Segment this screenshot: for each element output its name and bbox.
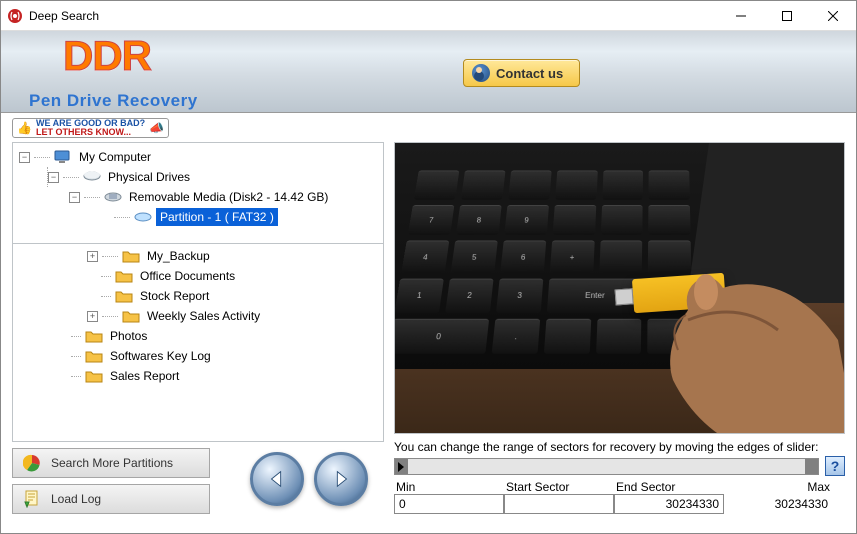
minimize-button[interactable] [718, 1, 764, 31]
folder-label[interactable]: Stock Report [137, 288, 212, 304]
expander-icon[interactable]: − [19, 152, 30, 163]
start-sector-label: Start Sector [504, 480, 614, 494]
folder-label[interactable]: Sales Report [107, 368, 182, 384]
folder-icon [115, 288, 133, 304]
tree-drives[interactable]: Physical Drives [105, 169, 193, 185]
expander-icon[interactable]: + [87, 251, 98, 262]
megaphone-icon: 📣 [149, 124, 164, 133]
slider-hint: You can change the range of sectors for … [394, 440, 845, 454]
feedback-button[interactable]: 👍 WE ARE GOOD OR BAD? LET OTHERS KNOW...… [12, 118, 169, 138]
min-label: Min [394, 480, 504, 494]
folder-icon [122, 248, 140, 264]
thumb-up-icon: 👍 [17, 124, 32, 133]
preview-image: 789 456+ 123Enter 0. [394, 142, 845, 434]
window-title: Deep Search [29, 9, 718, 23]
max-label: Max [724, 480, 832, 494]
slider-handle-left-icon[interactable] [398, 462, 404, 472]
back-button[interactable] [250, 452, 304, 506]
help-button[interactable]: ? [825, 456, 845, 476]
search-more-label: Search More Partitions [51, 456, 173, 470]
folder-label[interactable]: Softwares Key Log [107, 348, 214, 364]
folder-label[interactable]: My_Backup [144, 248, 213, 264]
min-value[interactable] [394, 494, 504, 514]
max-value [724, 494, 832, 514]
document-icon [23, 490, 41, 508]
load-log-label: Load Log [51, 492, 101, 506]
computer-icon [54, 149, 72, 165]
folder-label[interactable]: Office Documents [137, 268, 238, 284]
folder-label[interactable]: Weekly Sales Activity [144, 308, 263, 324]
maximize-button[interactable] [764, 1, 810, 31]
expander-icon[interactable]: − [48, 172, 59, 183]
partition-icon [134, 209, 152, 225]
end-sector-label: End Sector [614, 480, 724, 494]
expander-icon[interactable]: − [69, 192, 80, 203]
app-icon [7, 8, 23, 24]
tree-removable[interactable]: Removable Media (Disk2 - 14.42 GB) [126, 189, 331, 205]
header-banner: DDR Pen Drive Recovery Contact us [1, 31, 856, 113]
load-log-button[interactable]: Load Log [12, 484, 210, 514]
pie-chart-icon [23, 454, 41, 472]
close-button[interactable] [810, 1, 856, 31]
search-more-partitions-button[interactable]: Search More Partitions [12, 448, 210, 478]
tree-root[interactable]: My Computer [76, 149, 154, 165]
drive-tree[interactable]: − My Computer − Physical Drives − Rem [12, 142, 384, 244]
folder-icon [122, 308, 140, 324]
slider-handle-right-icon[interactable] [809, 462, 815, 472]
folder-icon [85, 328, 103, 344]
folder-icon [85, 348, 103, 364]
person-icon [472, 64, 490, 82]
feedback-line2: LET OTHERS KNOW... [36, 127, 131, 137]
tree-partition-selected[interactable]: Partition - 1 ( FAT32 ) [156, 208, 278, 226]
drive-icon [83, 169, 101, 185]
titlebar: Deep Search [1, 1, 856, 31]
expander-icon[interactable]: + [87, 311, 98, 322]
contact-us-button[interactable]: Contact us [463, 59, 580, 87]
next-button[interactable] [314, 452, 368, 506]
folder-icon [115, 268, 133, 284]
sector-range-slider[interactable] [394, 458, 819, 475]
folder-tree[interactable]: + My_Backup Office Documents Stock Repor… [12, 244, 384, 442]
product-subtitle: Pen Drive Recovery [29, 91, 198, 111]
end-sector-input[interactable] [614, 494, 724, 514]
start-sector-input[interactable] [504, 494, 614, 514]
logo: DDR [63, 32, 151, 80]
contact-label: Contact us [496, 66, 563, 81]
folder-label[interactable]: Photos [107, 328, 150, 344]
hand-illustration [628, 230, 845, 434]
folder-icon [85, 368, 103, 384]
removable-drive-icon [104, 189, 122, 205]
